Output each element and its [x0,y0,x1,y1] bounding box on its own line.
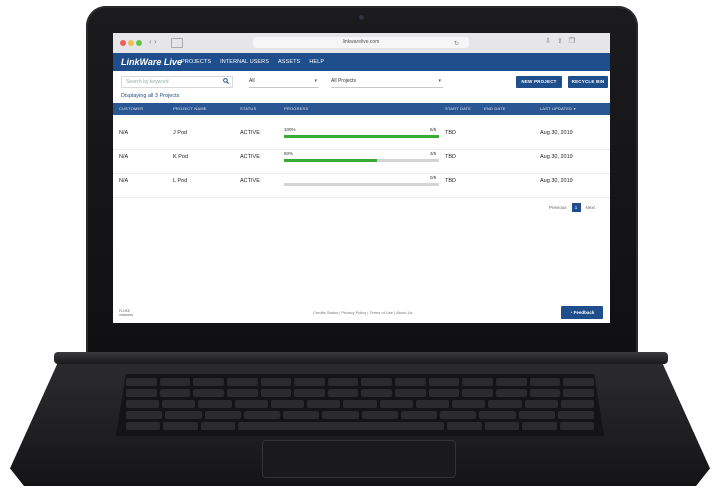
download-icon[interactable]: ⇩ [545,37,551,47]
recycle-bin-button[interactable]: RECYCLE BIN [568,76,608,88]
progress-fraction: 5/5 [430,127,437,132]
footer-links[interactable]: Credits Status | Privacy Policy | Terms … [313,310,413,315]
nav-help[interactable]: HELP [309,53,324,71]
progress-bar-fill [284,159,377,162]
cell-status: ACTIVE [240,178,260,184]
filter-select-all-value: All [249,78,255,84]
col-progress[interactable]: PROGRESS [284,103,308,115]
nav-projects[interactable]: PROJECTS [181,53,211,71]
pagination-page-1[interactable]: 1 [571,203,581,212]
footer: FLUKE networks Credits Status | Privacy … [113,305,610,323]
cell-customer: N/A [119,130,129,136]
share-icon[interactable]: ⇪ [557,37,563,47]
progress-bar [284,135,439,138]
address-bar[interactable]: linkwarelive.com ↻ [253,37,469,48]
progress-fraction: 3/5 [430,151,437,156]
reload-icon[interactable]: ↻ [454,39,459,50]
laptop-hinge [54,352,668,364]
nav-assets[interactable]: ASSETS [278,53,300,71]
back-forward-icon[interactable]: ‹ › [149,37,157,46]
col-project-name[interactable]: PROJECT NAME [173,103,207,115]
search-input[interactable]: Search by keyword [121,76,233,88]
feedback-button[interactable]: ◔ Feedback [561,306,603,319]
cell-project-name[interactable]: K Pod [173,153,188,161]
progress-bar-fill [284,135,439,138]
fluke-networks-logo: FLUKE networks [119,309,133,317]
col-status[interactable]: STATUS [240,103,256,115]
pagination-previous[interactable]: Previous [549,205,567,210]
cell-customer: N/A [119,178,129,184]
cell-project-name[interactable]: L Pod [173,177,187,185]
filter-select-projects-value: All Projects [331,78,357,84]
filter-select-all[interactable]: All ▾ [249,76,319,88]
progress-fraction: 0/5 [430,175,437,180]
address-text: linkwarelive.com [342,39,380,45]
cell-last-updated: Aug 30, 2019 [540,130,573,136]
logo-line-2: networks [119,313,134,317]
chevron-down-icon: ▾ [314,78,317,84]
cell-status: ACTIVE [240,130,260,136]
maximize-window-button[interactable] [136,40,142,46]
cell-status: ACTIVE [240,154,260,160]
close-window-button[interactable] [120,40,126,46]
pagination-next[interactable]: Next [586,205,595,210]
table-row[interactable]: N/A J Pod ACTIVE 100% 5/5 TBD Aug 30, 20… [113,125,610,150]
search-placeholder: Search by keyword [126,79,169,85]
cell-start-date: TBD [445,178,456,184]
keyboard [116,374,604,436]
col-last-updated[interactable]: LAST UPDATED ▾ [540,103,576,115]
cell-customer: N/A [119,154,129,160]
sidebar-toggle-icon[interactable] [171,38,183,48]
pagination: Previous 1 Next [549,203,595,212]
new-project-button[interactable]: NEW PROJECT [516,76,562,88]
cell-last-updated: Aug 30, 2019 [540,154,573,160]
tabs-icon[interactable]: ❐ [569,37,575,47]
screen: ‹ › linkwarelive.com ↻ ⇩ ⇪ ❐ LinkWare Li… [113,33,610,323]
progress-percent: 60% [284,151,294,156]
col-customer[interactable]: CUSTOMER [119,103,143,115]
col-start-date[interactable]: START DATE [445,103,471,115]
cell-start-date: TBD [445,130,456,136]
results-count: Displaying all 3 Projects [121,93,180,99]
trackpad [262,440,456,478]
minimize-window-button[interactable] [128,40,134,46]
table-row[interactable]: N/A K Pod ACTIVE 60% 3/5 TBD Aug 30, 201… [113,149,610,174]
chevron-down-icon: ▾ [438,78,441,84]
progress-bar [284,183,439,186]
app-logo[interactable]: LinkWare Live [121,56,182,68]
app-nav-bar: LinkWare Live PROJECTS INTERNAL USERS AS… [113,53,610,71]
nav-internal-users[interactable]: INTERNAL USERS [220,53,269,71]
toolbar: Search by keyword All ▾ All Projects ▾ N… [121,76,608,90]
table-row[interactable]: N/A L Pod ACTIVE 0/5 TBD Aug 30, 2019 [113,173,610,198]
progress-bar [284,159,439,162]
progress-percent: 100% [284,127,296,132]
camera-icon [359,15,364,20]
cell-project-name[interactable]: J Pod [173,129,187,137]
col-end-date[interactable]: END DATE [484,103,506,115]
table-header: CUSTOMER PROJECT NAME STATUS PROGRESS ST… [113,103,610,115]
filter-select-projects[interactable]: All Projects ▾ [331,76,443,88]
search-icon[interactable] [223,78,229,84]
browser-toolbar: ‹ › linkwarelive.com ↻ ⇩ ⇪ ❐ [113,33,610,54]
cell-last-updated: Aug 30, 2019 [540,178,573,184]
cell-start-date: TBD [445,154,456,160]
feedback-label: Feedback [573,310,595,315]
